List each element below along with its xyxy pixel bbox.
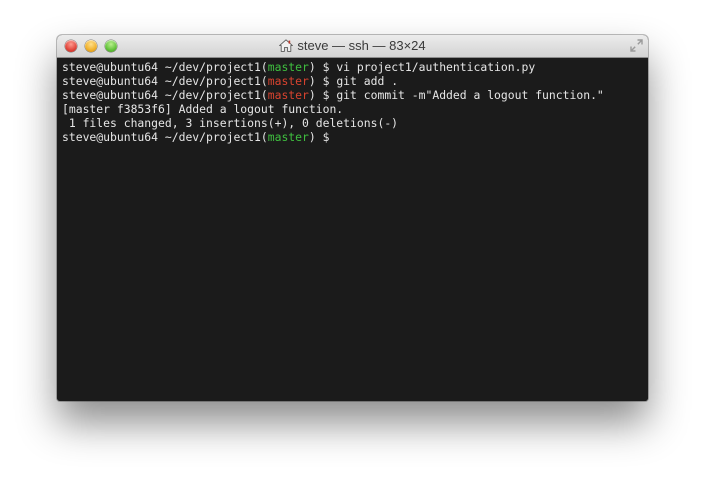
prompt-symbol: ) $ bbox=[308, 130, 337, 144]
terminal-line-prompt: steve@ubuntu64 ~/dev/project1(master) $ … bbox=[62, 60, 648, 74]
git-branch-indicator: master bbox=[267, 74, 309, 88]
prompt-symbol: ) $ bbox=[308, 74, 337, 88]
terminal-line-prompt: steve@ubuntu64 ~/dev/project1(master) $ … bbox=[62, 74, 648, 88]
prompt-symbol: ) $ bbox=[308, 60, 337, 74]
command-text: git add . bbox=[336, 74, 399, 88]
window-title: steve — ssh — 83×24 bbox=[57, 38, 648, 56]
terminal-line-output: 1 files changed, 3 insertions(+), 0 dele… bbox=[62, 116, 399, 130]
prompt-symbol: ) $ bbox=[308, 88, 337, 102]
git-branch-indicator: master bbox=[267, 88, 309, 102]
terminal-line-prompt: steve@ubuntu64 ~/dev/project1(master) $ … bbox=[62, 88, 648, 102]
git-branch-indicator: master bbox=[267, 60, 309, 74]
terminal-window: steve — ssh — 83×24 steve@ubuntu64 ~/dev… bbox=[57, 35, 648, 401]
home-icon bbox=[279, 39, 294, 56]
terminal-line-prompt: steve@ubuntu64 ~/dev/project1(master) $ bbox=[62, 130, 648, 144]
title-bar[interactable]: steve — ssh — 83×24 bbox=[57, 35, 648, 58]
terminal-line-output: [master f3853f6] Added a logout function… bbox=[62, 102, 344, 116]
prompt-text: steve@ubuntu64 ~/dev/project1( bbox=[62, 130, 268, 144]
command-text: vi project1/authentication.py bbox=[336, 60, 536, 74]
prompt-text: steve@ubuntu64 ~/dev/project1( bbox=[62, 60, 268, 74]
git-branch-indicator: master bbox=[267, 130, 309, 144]
command-text: git commit -m"Added a logout function." bbox=[336, 88, 604, 102]
window-title-text: steve — ssh — 83×24 bbox=[297, 38, 426, 53]
prompt-text: steve@ubuntu64 ~/dev/project1( bbox=[62, 88, 268, 102]
prompt-text: steve@ubuntu64 ~/dev/project1( bbox=[62, 74, 268, 88]
fullscreen-icon[interactable] bbox=[630, 39, 643, 57]
terminal-output[interactable]: steve@ubuntu64 ~/dev/project1(master) $ … bbox=[57, 58, 648, 401]
